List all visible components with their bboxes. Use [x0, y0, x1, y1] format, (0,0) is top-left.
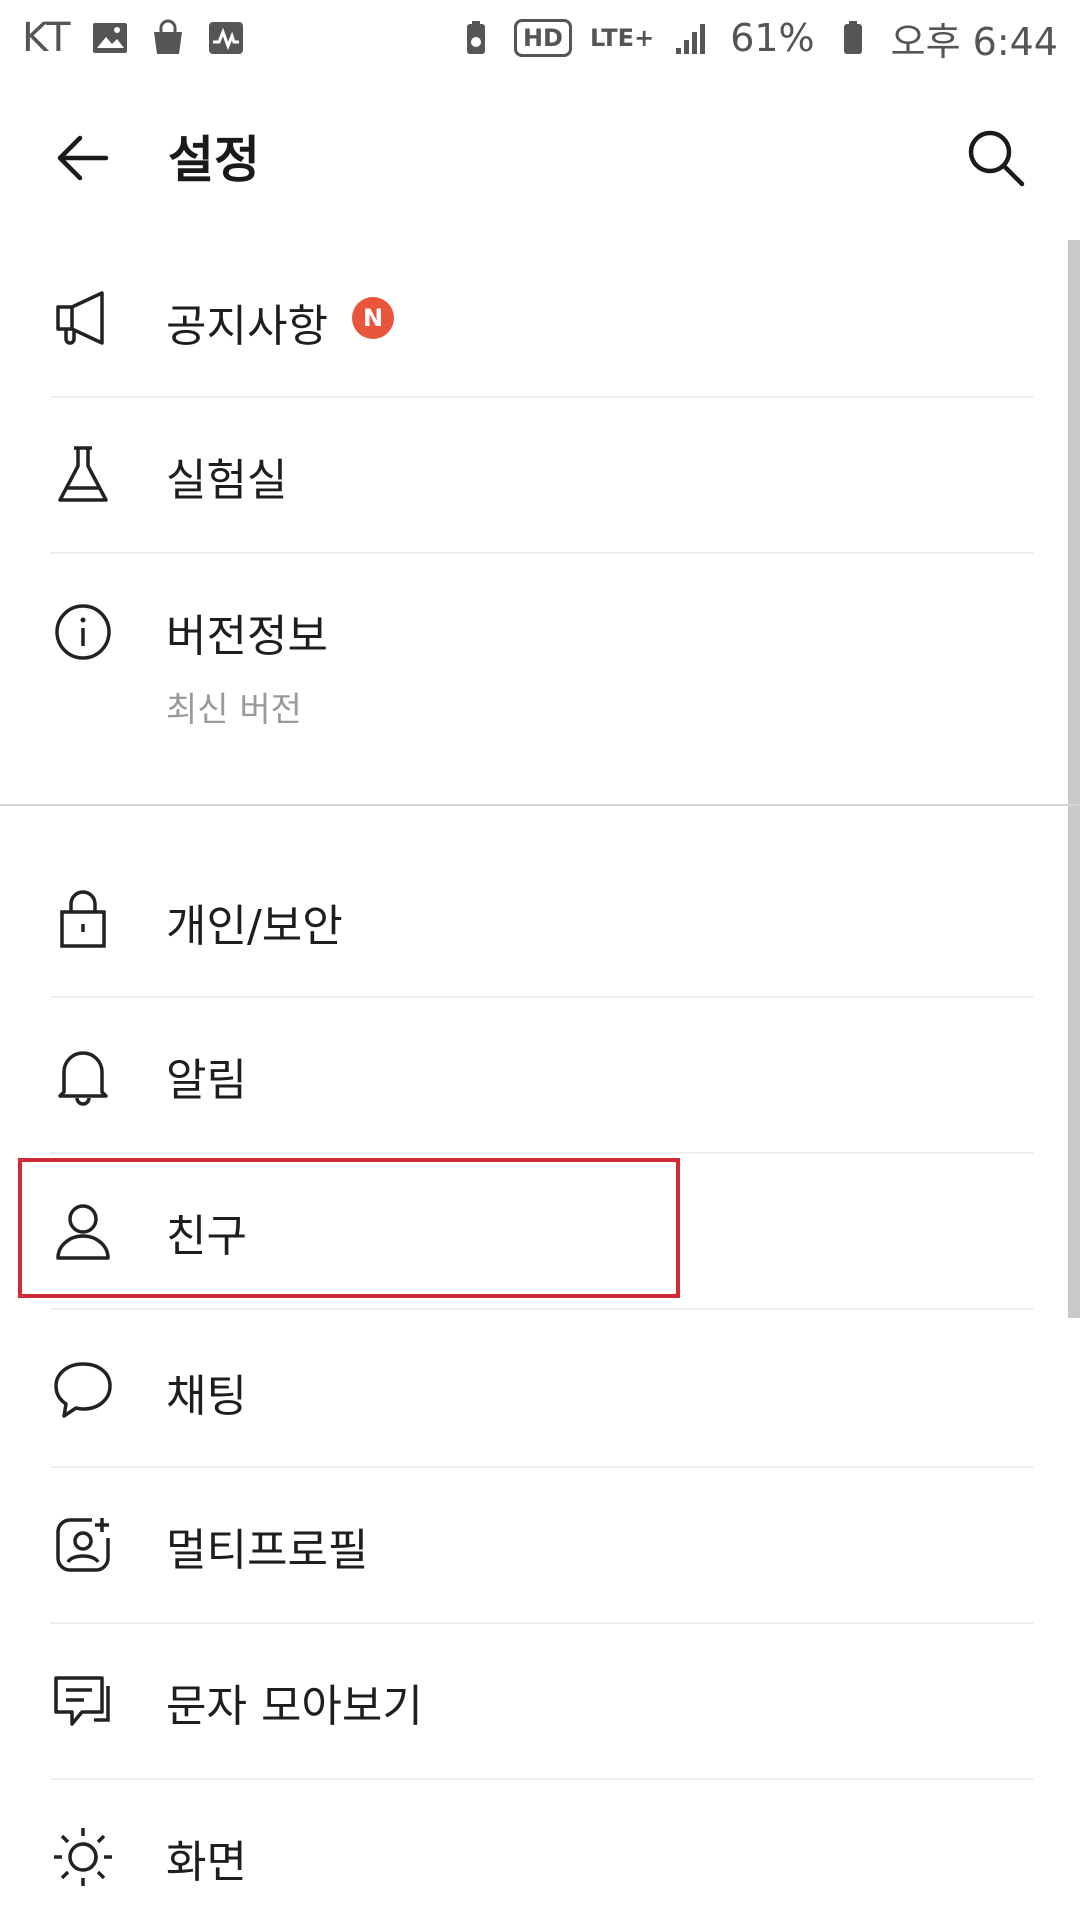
menu-item-lab[interactable]: 실험실 — [0, 398, 1068, 552]
menu-label-version: 버전정보 — [166, 611, 328, 662]
network-type: LTE+ — [589, 24, 655, 52]
menu-label-lab: 실험실 — [166, 455, 288, 506]
info-icon — [52, 601, 114, 663]
activity-icon — [206, 18, 246, 58]
menu-label-chat: 채팅 — [166, 1371, 247, 1422]
battery-percent: 61% — [730, 16, 815, 60]
menu-item-chat[interactable]: 채팅 — [0, 1310, 1068, 1466]
menu-label-multiprofile: 멀티프로필 — [166, 1525, 369, 1576]
status-right: HD LTE+ 61% 오후 6:44 — [456, 11, 1058, 66]
page-title: 설정 — [168, 131, 260, 189]
flask-icon — [52, 444, 114, 506]
status-bar: KT HD LTE+ 61% 오후 6:44 — [0, 0, 1080, 76]
menu-item-alarm[interactable]: 알림 — [0, 998, 1068, 1152]
image-icon — [90, 18, 130, 58]
clock: 오후 6:44 — [890, 19, 1058, 64]
lock-icon — [52, 888, 114, 950]
search-button[interactable] — [964, 126, 1028, 190]
profile-add-icon — [52, 1514, 114, 1576]
menu-item-multiprofile[interactable]: 멀티프로필 — [0, 1468, 1068, 1622]
search-icon — [968, 130, 1025, 187]
menu-item-version[interactable]: 버전정보 최신 버전 — [0, 554, 1068, 804]
section-divider — [0, 804, 1080, 806]
highlight-box — [18, 1158, 680, 1298]
battery-saver-icon — [456, 18, 496, 58]
version-status: 최신 버전 — [166, 690, 302, 730]
status-left: KT — [22, 15, 246, 61]
menu-label-alarm: 알림 — [166, 1055, 247, 1106]
arrow-left-icon — [57, 135, 109, 181]
hd-indicator: HD — [513, 19, 572, 57]
menu-item-display[interactable]: 화면 — [0, 1780, 1068, 1920]
shopping-bag-icon — [148, 18, 188, 58]
app-bar: 설정 — [0, 76, 1080, 236]
bell-icon — [52, 1046, 114, 1108]
menu-label-privacy: 개인/보안 — [166, 901, 343, 952]
new-badge: N — [352, 297, 394, 339]
scrollbar[interactable] — [1068, 240, 1080, 1318]
megaphone-icon — [52, 287, 114, 349]
battery-icon — [833, 18, 873, 58]
menu-item-notice[interactable]: 공지사항 N — [0, 240, 1068, 396]
chat-bubble-icon — [52, 1358, 114, 1420]
message-icon — [52, 1670, 114, 1732]
sun-icon — [52, 1826, 114, 1888]
menu-label-sms: 문자 모아보기 — [166, 1681, 423, 1732]
carrier-label: KT — [22, 15, 72, 61]
menu-label-display: 화면 — [166, 1837, 247, 1888]
signal-icon — [672, 18, 712, 58]
menu-item-privacy[interactable]: 개인/보안 — [0, 840, 1068, 996]
menu-label-notice: 공지사항 — [166, 301, 328, 352]
menu-item-sms[interactable]: 문자 모아보기 — [0, 1624, 1068, 1778]
back-button[interactable] — [52, 128, 112, 188]
